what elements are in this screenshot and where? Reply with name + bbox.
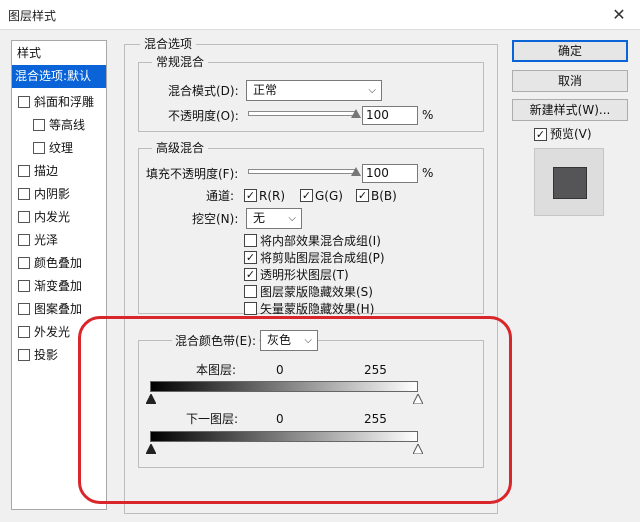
layer-mask-hides-effects-label: 图层蒙版隐藏效果(S) [260, 285, 373, 299]
chevron-down-icon: ⌵ [368, 85, 376, 96]
blend-mode-select[interactable]: 正常 ⌵ [246, 80, 382, 101]
general-blending-title: 常规混合 [152, 55, 209, 69]
opacity-input[interactable]: 100 [362, 106, 418, 125]
channel-r-checkbox[interactable]: ✓ [244, 189, 257, 202]
checkbox[interactable] [18, 303, 30, 315]
sidebar-item-bevel-emboss[interactable]: 斜面和浮雕 [12, 91, 106, 114]
knockout-label: 挖空(N): [192, 212, 239, 226]
checkbox[interactable] [18, 234, 30, 246]
checkbox[interactable] [18, 326, 30, 338]
title-bar: 图层样式 ✕ [0, 0, 640, 30]
fill-opacity-input[interactable]: 100 [362, 164, 418, 183]
checkbox[interactable] [18, 280, 30, 292]
sidebar-item-label: 混合选项:默认 [15, 69, 92, 83]
preview-label: 预览(V) [550, 127, 592, 141]
fill-opacity-percent: % [422, 166, 434, 180]
sidebar-item-inner-glow[interactable]: 内发光 [12, 206, 106, 229]
checkbox[interactable] [18, 257, 30, 269]
sidebar-item-label: 投影 [34, 348, 59, 362]
advanced-blending-title: 高级混合 [152, 141, 209, 155]
checkbox[interactable] [18, 96, 30, 108]
sidebar-item-stroke[interactable]: 描边 [12, 160, 106, 183]
fill-opacity-label: 填充不透明度(F): [146, 167, 239, 181]
channel-g-label: G(G) [315, 189, 343, 203]
sidebar-item-blending-options[interactable]: 混合选项:默认 [12, 65, 106, 88]
blend-clipped-layers-checkbox[interactable]: ✓ [244, 251, 257, 264]
sidebar-item-label: 内阴影 [34, 187, 71, 201]
opacity-percent: % [422, 108, 434, 122]
channel-r-label: R(R) [259, 189, 286, 203]
ok-button[interactable]: 确定 [512, 40, 628, 62]
opacity-slider-thumb[interactable] [351, 109, 361, 118]
sidebar-item-label: 颜色叠加 [34, 256, 83, 270]
close-icon[interactable]: ✕ [604, 2, 634, 28]
knockout-select[interactable]: 无 ⌵ [246, 208, 302, 229]
preview-swatch [553, 167, 587, 199]
preview-checkbox[interactable]: ✓ [534, 128, 547, 141]
sidebar-item-label: 样式 [17, 46, 42, 60]
sidebar-item-gradient-overlay[interactable]: 渐变叠加 [12, 275, 106, 298]
sidebar-item-inner-shadow[interactable]: 内阴影 [12, 183, 106, 206]
vector-mask-hides-effects-checkbox[interactable] [244, 302, 257, 315]
sidebar-item-label: 渐变叠加 [34, 279, 83, 293]
channel-g-checkbox[interactable]: ✓ [300, 189, 313, 202]
blend-interior-effects-label: 将内部效果混合成组(I) [260, 234, 381, 248]
vector-mask-hides-effects-label: 矢量蒙版隐藏效果(H) [260, 302, 375, 316]
fill-opacity-slider-track[interactable] [248, 169, 356, 174]
checkbox[interactable] [33, 142, 45, 154]
cancel-button[interactable]: 取消 [512, 70, 628, 92]
channel-b-checkbox[interactable]: ✓ [356, 189, 369, 202]
sidebar-item-satin[interactable]: 光泽 [12, 229, 106, 252]
checkbox[interactable] [18, 211, 30, 223]
blend-interior-effects-checkbox[interactable] [244, 234, 257, 247]
transparency-shapes-layer-label: 透明形状图层(T) [260, 268, 349, 282]
highlight-outline [78, 316, 512, 504]
sidebar-item-texture[interactable]: 纹理 [12, 137, 106, 160]
sidebar-item-label: 斜面和浮雕 [34, 95, 95, 109]
window-title: 图层样式 [8, 9, 57, 23]
sidebar-item-label: 外发光 [34, 325, 71, 339]
sidebar-item-label: 描边 [34, 164, 59, 178]
checkbox[interactable] [33, 119, 45, 131]
checkbox[interactable] [18, 188, 30, 200]
layer-mask-hides-effects-checkbox[interactable] [244, 285, 257, 298]
opacity-label: 不透明度(O): [168, 109, 239, 123]
knockout-value: 无 [253, 211, 266, 225]
checkbox[interactable] [18, 165, 30, 177]
sidebar-item-color-overlay[interactable]: 颜色叠加 [12, 252, 106, 275]
blend-mode-label: 混合模式(D): [168, 84, 239, 98]
fill-opacity-slider-thumb[interactable] [351, 167, 361, 176]
channels-label: 通道: [206, 189, 235, 203]
blending-options-title: 混合选项 [140, 37, 197, 51]
style-preview [534, 148, 604, 216]
blend-clipped-layers-label: 将剪贴图层混合成组(P) [260, 251, 385, 265]
sidebar-item-label: 纹理 [49, 141, 74, 155]
opacity-slider-track[interactable] [248, 111, 356, 116]
checkbox[interactable] [18, 349, 30, 361]
sidebar-item-label: 图案叠加 [34, 302, 83, 316]
new-style-button[interactable]: 新建样式(W)... [512, 99, 628, 121]
sidebar-item-styles[interactable]: 样式 [12, 42, 106, 65]
blend-mode-value: 正常 [253, 83, 278, 97]
sidebar-item-label: 等高线 [49, 118, 86, 132]
chevron-down-icon: ⌵ [288, 213, 296, 224]
sidebar-item-label: 光泽 [34, 233, 59, 247]
sidebar-item-contour[interactable]: 等高线 [12, 114, 106, 137]
sidebar-item-label: 内发光 [34, 210, 71, 224]
channel-b-label: B(B) [371, 189, 397, 203]
transparency-shapes-layer-checkbox[interactable]: ✓ [244, 268, 257, 281]
